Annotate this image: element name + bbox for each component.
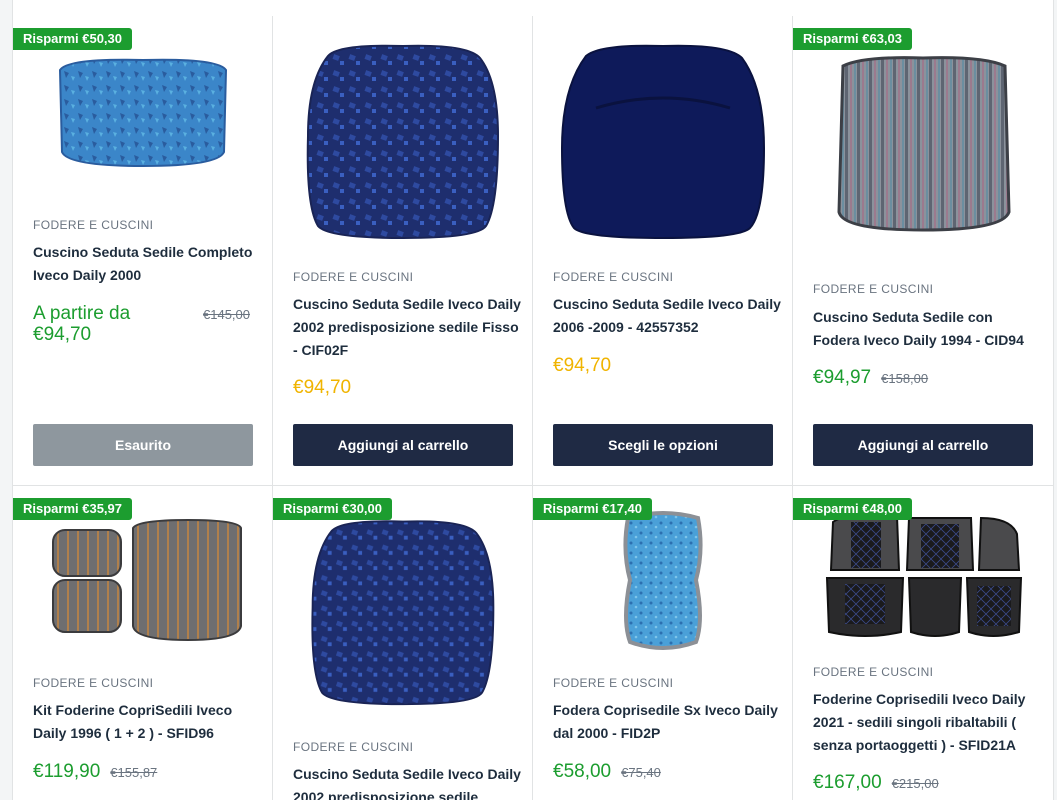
product-image[interactable] [273,512,533,712]
product-image[interactable] [533,38,793,248]
product-title[interactable]: Cuscino Seduta Sedile Completo Iveco Dai… [33,241,261,287]
product-card[interactable]: Risparmi €17,40 FODERE E CUSCINI Fodera … [533,486,793,800]
savings-badge: Risparmi €30,00 [273,498,393,520]
top-strip [12,0,1054,17]
product-vendor[interactable]: FODERE E CUSCINI [293,740,413,754]
price-sale: €94,97 [813,367,872,388]
product-title[interactable]: Foderine Coprisedili Iveco Daily 2021 - … [813,688,1041,757]
price-sale: €167,00 [813,772,882,793]
blue-cushion-icon [311,520,495,706]
choose-options-button[interactable]: Scegli le opzioni [553,424,773,466]
product-title[interactable]: Cuscino Seduta Sedile Iveco Daily 2002 p… [293,293,521,362]
product-vendor[interactable]: FODERE E CUSCINI [33,218,153,232]
seat-cover-icon [623,511,703,650]
navy-cushion-icon [560,44,766,240]
price-row: €94,70 [553,355,781,376]
product-card[interactable]: FODERE E CUSCINI Cuscino Seduta Sedile I… [533,16,793,486]
product-image[interactable] [793,52,1053,242]
product-card[interactable]: Risparmi €48,00 FODERE E CUSCINI Foderin… [793,486,1053,800]
product-card[interactable]: Risparmi €35,97 FODERE E CUSCINI Kit Fod… [13,486,273,800]
price-prefix: A partire da [33,303,131,324]
seat-covers-icon [52,518,242,642]
product-title[interactable]: Kit Foderine CopriSedili Iveco Daily 199… [33,699,261,745]
price-compare: €215,00 [891,776,939,791]
price-compare: €145,00 [203,307,250,322]
price-sale: €94,70 [553,355,612,376]
price-compare: €158,00 [881,371,929,386]
price-row: €94,70 [293,377,521,398]
product-card[interactable]: Risparmi €63,03 FODERE E CUSCINI Cuscino… [793,16,1053,486]
price-row: €167,00 €215,00 [813,772,1041,793]
price-compare: €155,87 [110,765,158,780]
product-title[interactable]: Fodera Coprisedile Sx Iveco Daily dal 20… [553,699,781,745]
price-compare: €75,40 [621,765,661,780]
product-image[interactable] [13,40,273,200]
product-vendor[interactable]: FODERE E CUSCINI [813,665,933,679]
product-vendor[interactable]: FODERE E CUSCINI [33,676,153,690]
product-card[interactable]: FODERE E CUSCINI Cuscino Seduta Sedile I… [273,16,533,486]
product-image[interactable] [793,514,1053,648]
price-row: €94,97 €158,00 [813,367,1041,388]
price-row: €58,00 €75,40 [553,761,781,782]
price-value: €94,70 [33,324,92,345]
savings-badge: Risparmi €35,97 [13,498,133,520]
add-to-cart-button[interactable]: Aggiungi al carrello [293,424,513,466]
product-image[interactable] [273,36,533,246]
price-sale: €58,00 [553,761,612,782]
price-row: A partire da €94,70 €145,00 [33,303,261,345]
product-title[interactable]: Cuscino Seduta Sedile Iveco Daily 2006 -… [553,293,781,339]
product-card[interactable]: Risparmi €50,30 FODERE E CUSCINI Cuscino… [13,16,273,486]
product-title[interactable]: Cuscino Seduta Sedile con Fodera Iveco D… [813,306,1041,352]
striped-cushion-icon [837,56,1011,232]
price-sale: €94,70 [293,377,352,398]
savings-badge: Risparmi €50,30 [13,28,133,50]
savings-badge: Risparmi €17,40 [533,498,653,520]
product-grid: Risparmi €50,30 FODERE E CUSCINI Cuscino… [12,16,1054,800]
savings-badge: Risparmi €63,03 [793,28,913,50]
product-vendor[interactable]: FODERE E CUSCINI [813,282,933,296]
savings-badge: Risparmi €48,00 [793,498,913,520]
sold-out-button[interactable]: Esaurito [33,424,253,466]
blue-cushion-icon [306,44,500,240]
price-row: €119,90 €155,87 [33,761,261,782]
price-sale: €119,90 [33,761,101,782]
product-card[interactable]: Risparmi €30,00 FODERE E CUSCINI Cuscino… [273,486,533,800]
product-vendor[interactable]: FODERE E CUSCINI [293,270,413,284]
product-vendor[interactable]: FODERE E CUSCINI [553,676,673,690]
add-to-cart-button[interactable]: Aggiungi al carrello [813,424,1033,466]
black-seat-covers-icon [825,515,1023,637]
product-image[interactable] [533,510,793,660]
blue-cushion-icon [58,58,228,168]
product-vendor[interactable]: FODERE E CUSCINI [553,270,673,284]
price-sale: A partire da €94,70 [33,303,193,345]
product-title[interactable]: Cuscino Seduta Sedile Iveco Daily 2002 p… [293,763,521,800]
product-image[interactable] [13,516,273,656]
